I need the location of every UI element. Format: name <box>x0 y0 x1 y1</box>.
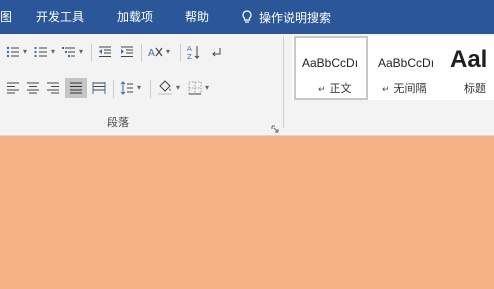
distributed-icon <box>92 82 106 94</box>
align-right-icon <box>47 82 59 94</box>
svg-text:Z: Z <box>187 53 192 60</box>
dialog-launcher-icon[interactable] <box>271 118 279 137</box>
align-left-icon <box>7 82 19 94</box>
chevron-down-icon[interactable]: ▾ <box>23 47 27 56</box>
chevron-down-icon[interactable]: ▾ <box>205 83 209 92</box>
increase-indent-icon <box>121 46 133 57</box>
align-left-button[interactable] <box>4 80 22 96</box>
style-no-spacing[interactable]: AaBbCcDı ↵ 无间隔 <box>370 36 446 100</box>
asian-layout-button[interactable]: A <box>146 44 166 60</box>
style-heading[interactable]: Aal 标题 <box>448 36 494 100</box>
paragraph-group-label: 段落 <box>107 116 129 129</box>
separator <box>91 44 92 62</box>
chevron-down-icon[interactable]: ▾ <box>176 83 180 92</box>
justify-icon <box>70 82 82 94</box>
bullets-button[interactable] <box>4 44 22 60</box>
paragraph-mark-icon <box>212 48 221 57</box>
line-spacing-button[interactable] <box>118 80 136 96</box>
style-sample: Aal <box>450 46 488 73</box>
document-canvas[interactable] <box>0 136 494 289</box>
tell-me-search[interactable]: 操作说明搜索 <box>241 0 331 34</box>
distributed-button[interactable] <box>90 80 108 96</box>
decrease-indent-button[interactable] <box>96 44 114 60</box>
show-formatting-button[interactable] <box>208 44 224 60</box>
multilevel-list-icon <box>62 47 75 57</box>
separator <box>150 80 151 98</box>
separator <box>113 80 114 98</box>
borders-button[interactable] <box>186 80 204 96</box>
style-normal[interactable]: AaBbCcDı ↵ 正文 <box>294 36 368 100</box>
separator <box>141 44 142 62</box>
chevron-down-icon[interactable]: ▾ <box>79 47 83 56</box>
numbering-button[interactable] <box>32 44 50 60</box>
borders-icon <box>188 81 202 95</box>
style-name-label: 标题 <box>464 82 486 95</box>
style-sample: AaBbCcDı <box>378 56 435 70</box>
style-sample: AaBbCcDı <box>302 56 359 70</box>
chevron-down-icon[interactable]: ▾ <box>51 47 55 56</box>
chevron-down-icon[interactable]: ▾ <box>166 47 170 56</box>
group-separator <box>283 36 284 128</box>
chevron-down-icon[interactable]: ▾ <box>137 83 141 92</box>
justify-button[interactable] <box>65 78 87 98</box>
separator <box>180 44 181 62</box>
decrease-indent-icon <box>99 46 111 57</box>
sort-button[interactable]: AZ <box>185 43 203 61</box>
svg-text:A: A <box>187 45 192 53</box>
style-name-label: ↵ 无间隔 <box>382 82 427 95</box>
bullet-list-icon <box>6 46 19 58</box>
svg-text:A: A <box>148 48 155 59</box>
tab-view[interactable]: 图 <box>0 0 12 34</box>
lightbulb-icon <box>241 10 253 24</box>
styles-gallery: AaBbCcDı ↵ 正文 AaBbCcDı ↵ 无间隔 Aal 标题 <box>292 36 494 100</box>
increase-indent-button[interactable] <box>118 44 136 60</box>
numbered-list-icon <box>34 47 47 57</box>
sort-icon: AZ <box>187 45 200 60</box>
align-right-button[interactable] <box>44 80 62 96</box>
line-spacing-icon <box>120 81 133 95</box>
shading-button[interactable] <box>155 79 175 97</box>
style-name-label: ↵ 正文 <box>318 82 352 95</box>
ribbon: ▾ ▾ ▾ A ▾ AZ ▾ ▾ ▾ 段落 AaBbCcDı ↵ 正文 AaBb… <box>0 34 494 136</box>
align-center-icon <box>27 82 39 94</box>
tab-developer[interactable]: 开发工具 <box>36 0 84 34</box>
tab-help[interactable]: 帮助 <box>185 0 209 34</box>
tab-addins[interactable]: 加载项 <box>117 0 153 34</box>
paint-bucket-icon <box>158 80 172 95</box>
asian-layout-icon: A <box>148 47 163 59</box>
multilevel-list-button[interactable] <box>60 44 78 60</box>
align-center-button[interactable] <box>24 80 42 96</box>
ribbon-tab-bar: 图 开发工具 加载项 帮助 操作说明搜索 <box>0 0 494 34</box>
tell-me-label: 操作说明搜索 <box>259 10 332 25</box>
